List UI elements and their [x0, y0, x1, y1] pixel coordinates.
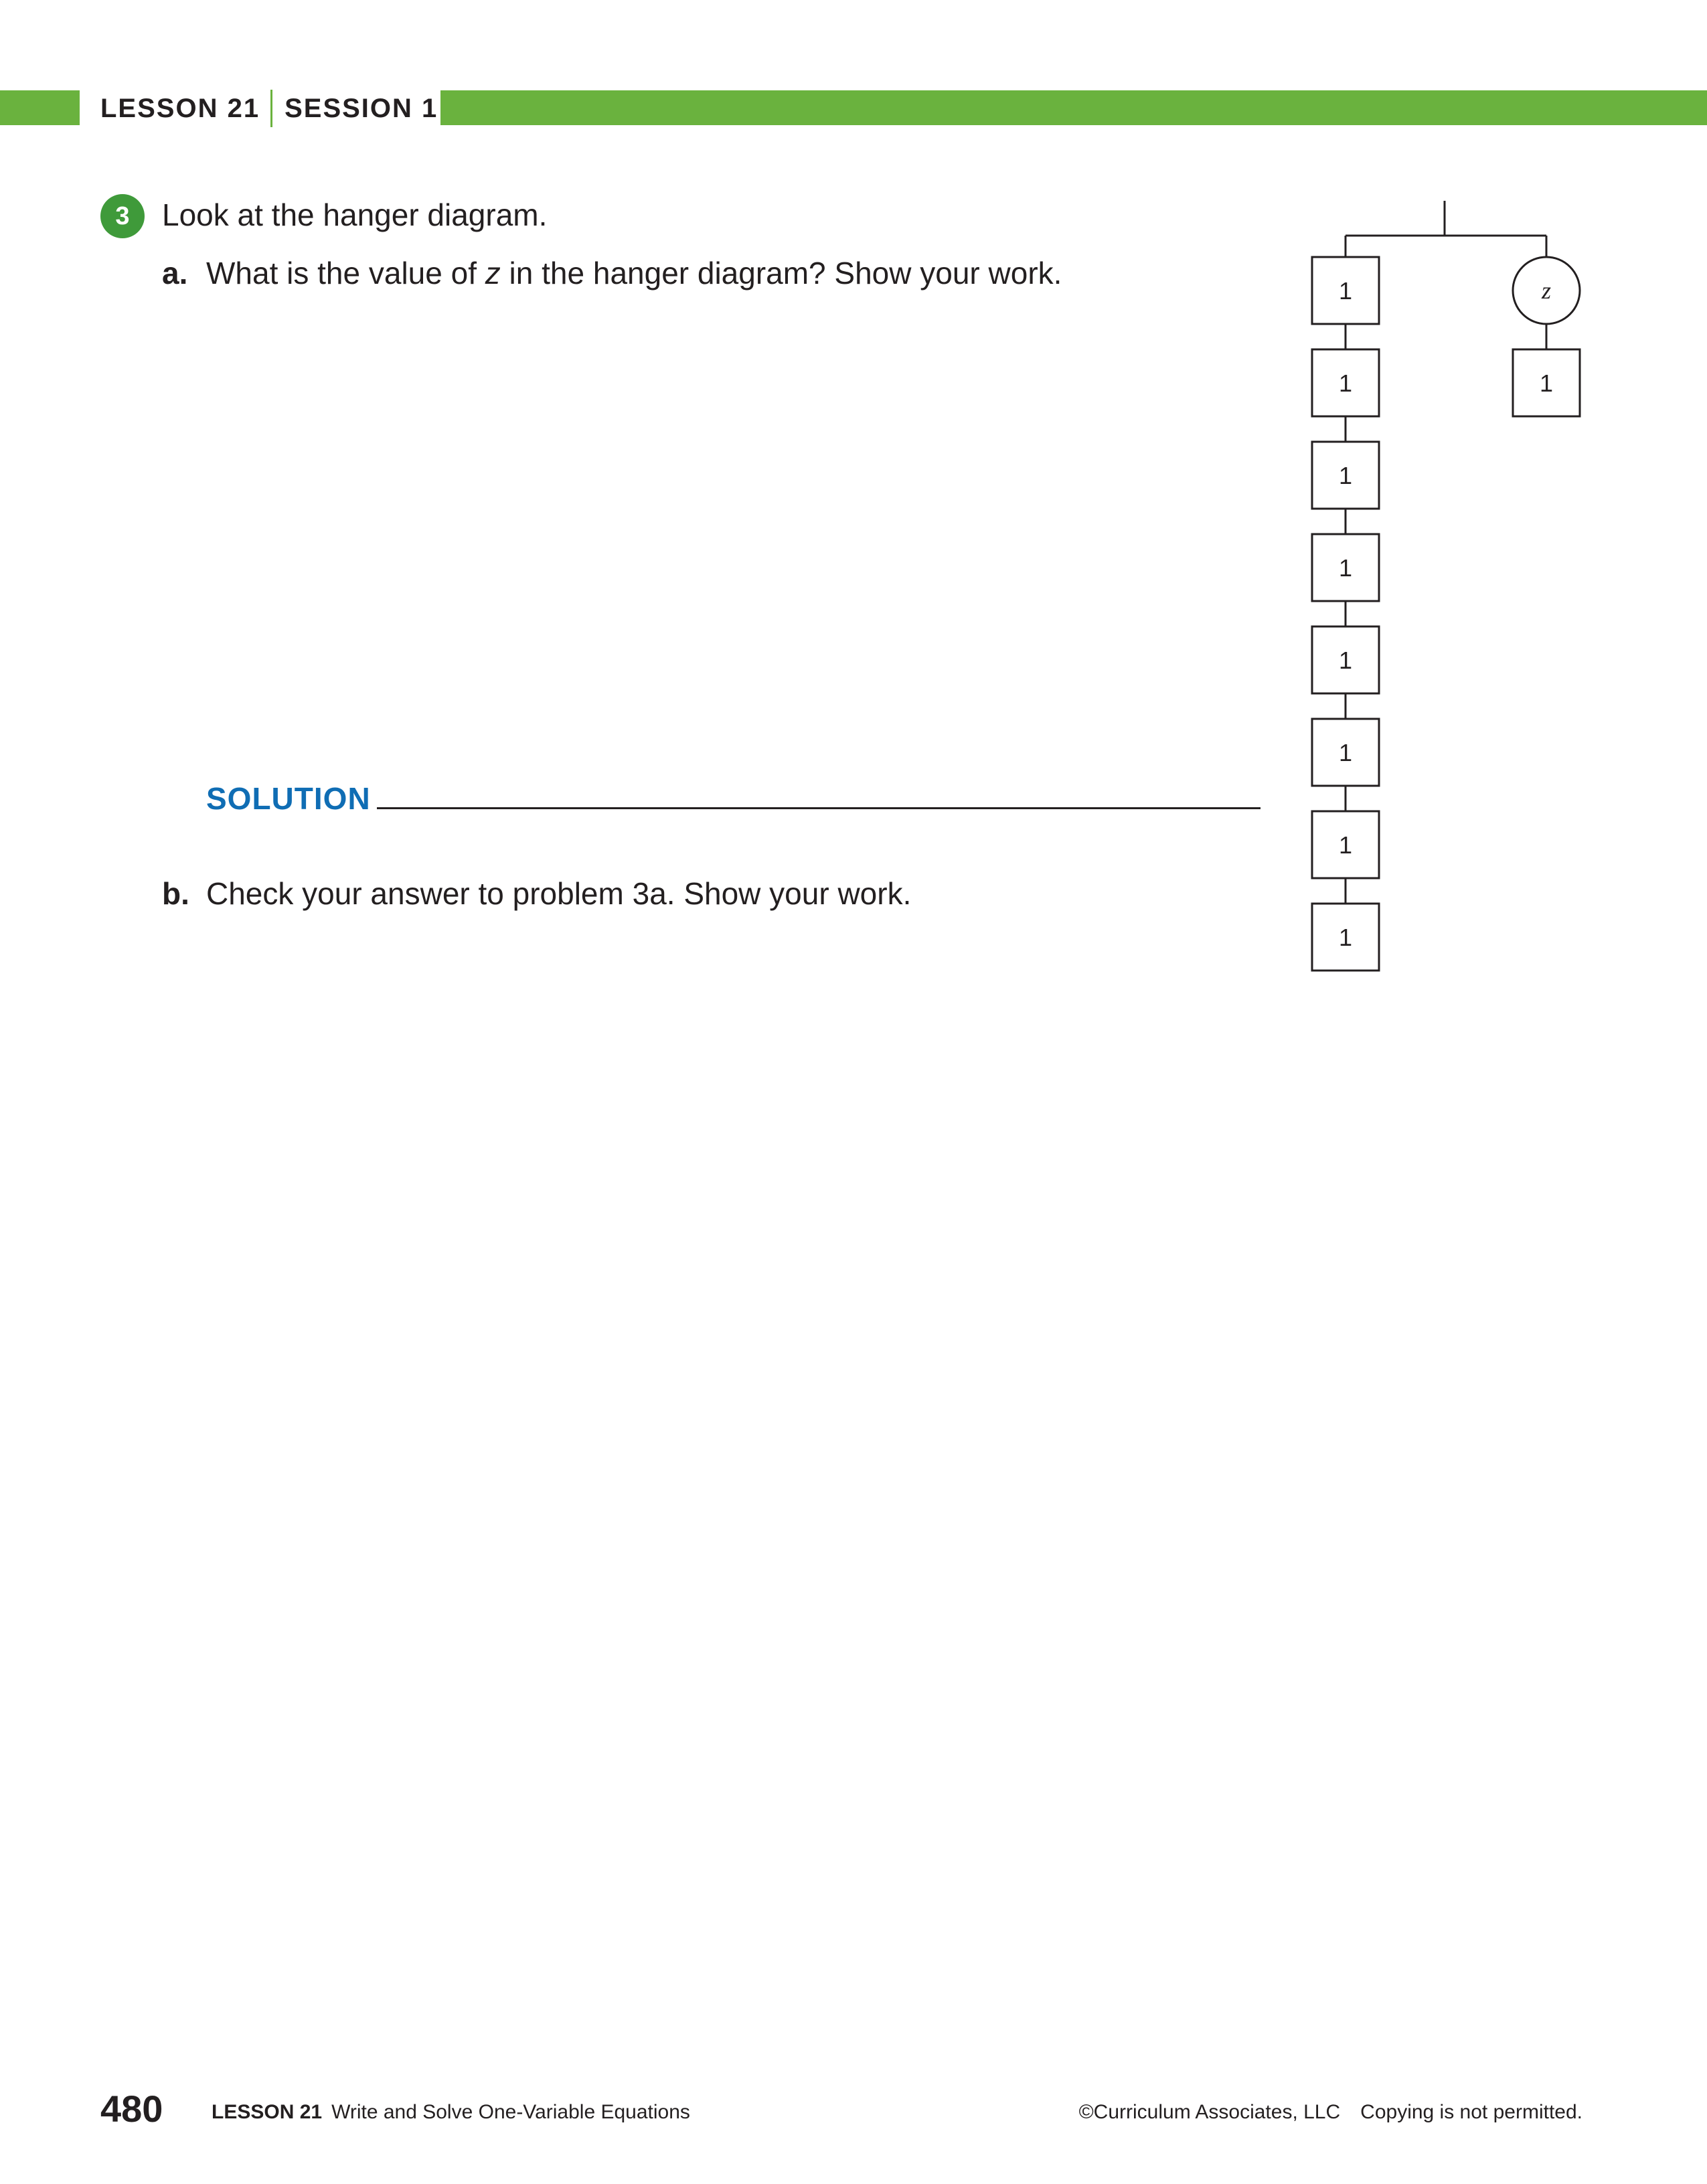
left-unit-label: 1	[1339, 462, 1352, 489]
left-unit-label: 1	[1339, 831, 1352, 859]
session-label: SESSION 1	[284, 93, 438, 123]
part-b-text: Check your answer to problem 3a. Show yo…	[206, 876, 912, 911]
part-a-text-before: What is the value of	[206, 256, 485, 290]
left-unit-label: 1	[1339, 924, 1352, 951]
footer-copyright-notice: ©Curriculum Associates, LLC Copying is no…	[1079, 2099, 1582, 2126]
footer-lesson-label: LESSON 21	[212, 2101, 323, 2123]
part-a-text: What is the value of z in the hanger dia…	[206, 253, 1062, 293]
left-unit-label: 1	[1339, 554, 1352, 582]
footer-lesson-title: Write and Solve One-Variable Equations	[331, 2101, 690, 2123]
left-unit-label: 1	[1339, 739, 1352, 766]
header-bar-left	[0, 90, 80, 125]
part-b-label: b.	[162, 876, 189, 911]
lesson-header: LESSON 21 SESSION 1	[100, 90, 438, 127]
part-a-text-after: in the hanger diagram? Show your work.	[500, 256, 1062, 290]
left-unit-label: 1	[1339, 277, 1352, 305]
part-a-label: a.	[162, 256, 188, 290]
page-number: 480	[100, 2088, 163, 2130]
header-bar-right	[440, 90, 1707, 125]
left-unit-label: 1	[1339, 647, 1352, 674]
right-block-stack: z1	[1512, 256, 1581, 418]
right-unit-label: 1	[1540, 369, 1553, 397]
solution-answer-line[interactable]	[377, 807, 1261, 809]
left-block-stack: 1 1 1 1 1 1 1 1	[1311, 256, 1380, 972]
part-a-variable: z	[485, 256, 501, 290]
question-number-badge: 3	[100, 194, 145, 238]
variable-z-label: z	[1541, 277, 1551, 304]
footer-lesson: LESSON 21 Write and Solve One-Variable Eq…	[212, 2099, 690, 2126]
footer-copyright: ©Curriculum Associates, LLC	[1078, 2101, 1341, 2123]
hanger-frame	[1344, 201, 1548, 257]
footer-notice: Copying is not permitted.	[1360, 2101, 1582, 2123]
question-prompt: Look at the hanger diagram.	[162, 197, 548, 232]
header-divider	[270, 90, 273, 127]
lesson-label: LESSON 21	[100, 93, 260, 123]
solution-label: SOLUTION	[206, 781, 371, 816]
left-unit-label: 1	[1339, 369, 1352, 397]
hanger-diagram: 11111111 z1	[1311, 201, 1581, 972]
